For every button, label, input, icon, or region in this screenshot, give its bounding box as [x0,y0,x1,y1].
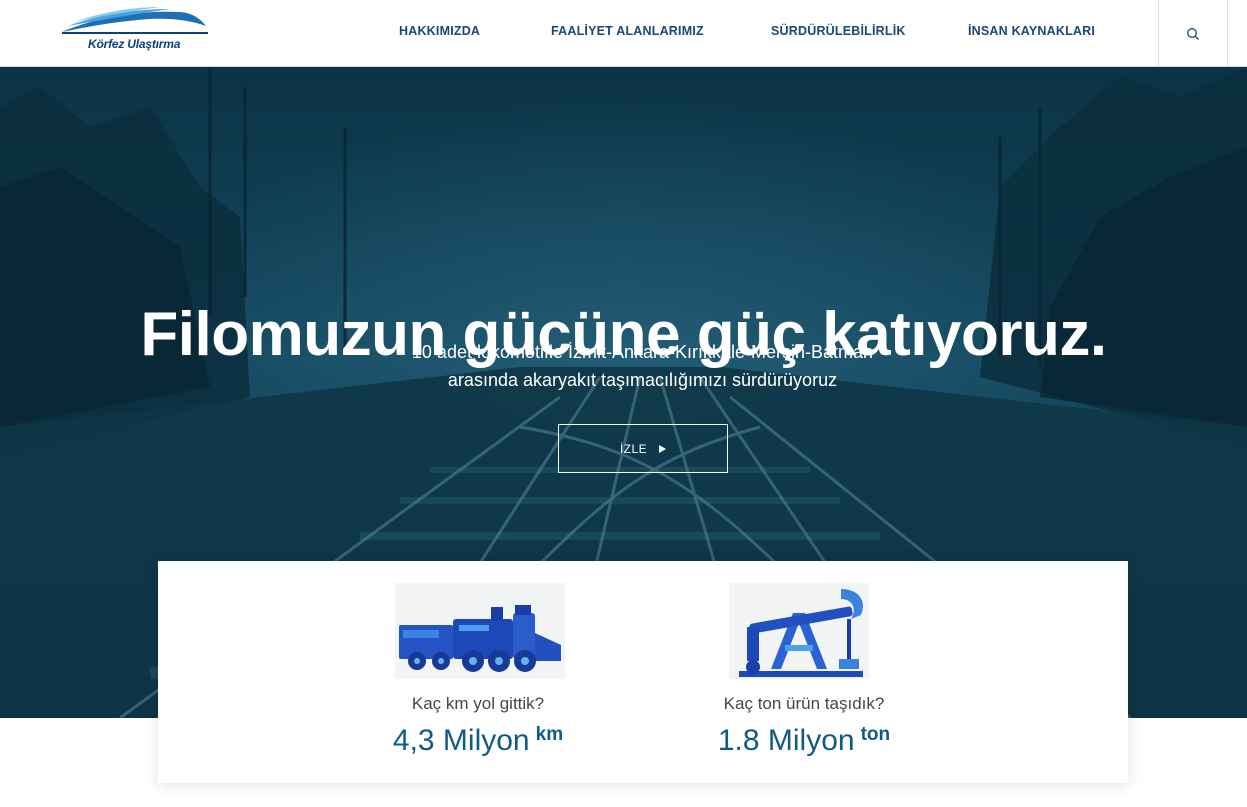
stat-cargo-value: 1.8 Milyon ton [654,724,954,758]
stat-cargo-number: 1.8 Milyon [717,724,855,757]
stat-distance-question: Kaç km yol gittik? [411,694,545,713]
watch-video-button[interactable]: İZLE [558,424,728,473]
locomotive-icon [395,583,565,679]
stat-distance-number: 4,3 Milyon [392,724,530,757]
watch-button-label: İZLE [619,441,648,456]
play-icon [659,444,667,453]
oil-pump-icon [729,583,869,679]
site-header: Körfez Ulaştırma HAKKIMIZDA FAALİYET ALA… [0,0,1247,67]
stat-cargo-unit: ton [860,724,891,745]
search-button[interactable] [1158,0,1228,67]
hero-subtitle-line-2: arasında akaryakıt taşımacılığımızı sürd… [447,370,838,390]
stat-cargo: Kaç ton ürün taşıdık? 1.8 Milyon ton [654,561,954,783]
stat-distance-value: 4,3 Milyon km [328,724,628,758]
nav-item-faaliyet-alanlarimiz[interactable]: FAALİYET ALANLARIMIZ [551,24,704,38]
hero-subtitle-line-1: 10 adet lokomotifle İzmit-Ankara-Kırıkka… [411,342,874,362]
stats-card: Kaç km yol gittik? 4,3 Milyon km Kaç ton … [158,561,1128,783]
search-icon [1187,27,1199,40]
main-nav: HAKKIMIZDA FAALİYET ALANLARIMIZ SÜRDÜRÜL… [0,0,1247,67]
nav-item-surdurulebilirlik[interactable]: SÜRDÜRÜLEBİLİRLİK [771,24,906,38]
nav-item-insan-kaynaklari[interactable]: İNSAN KAYNAKLARI [968,24,1095,38]
stat-distance: Kaç km yol gittik? 4,3 Milyon km [328,561,628,783]
stat-cargo-question: Kaç ton ürün taşıdık? [723,694,885,713]
stat-distance-unit: km [535,724,564,745]
nav-item-hakkimizda[interactable]: HAKKIMIZDA [399,24,480,38]
